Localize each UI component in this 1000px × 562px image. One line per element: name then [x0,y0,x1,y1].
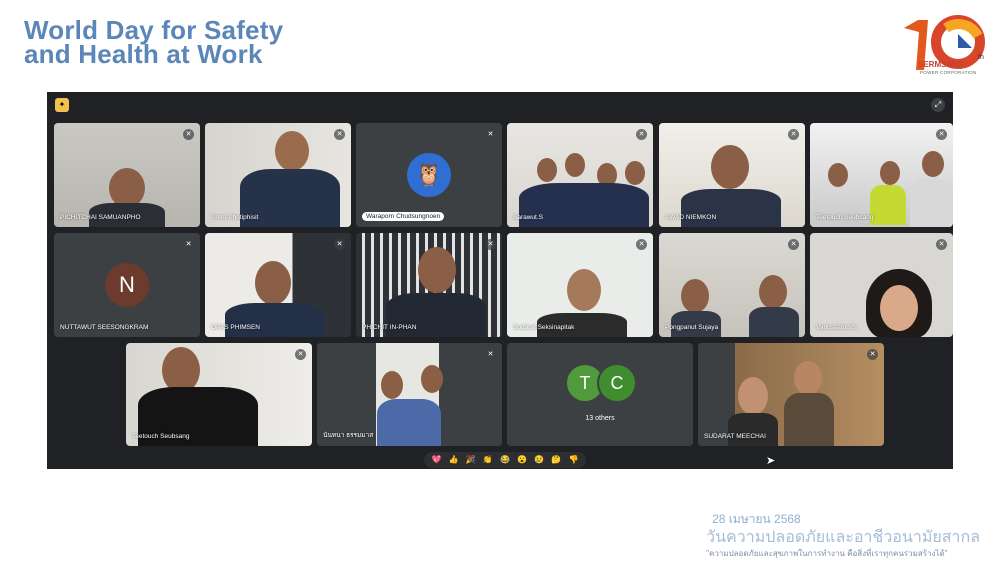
mic-muted-icon: ✕ [295,349,306,360]
mic-muted-icon: ✕ [334,239,345,250]
mic-muted-icon: ✕ [936,239,947,250]
participant-name: นันทนา ธรรมมาส [323,432,374,439]
logo-suffix: th [978,54,984,61]
participant-tile[interactable]: 🦉 ✕ Waraporn Chudsungnoen [356,123,502,227]
participant-name: Teetouch Seubsang [816,214,874,221]
participant-tile[interactable]: ✕ Sudarat Seksinapitak [507,233,653,337]
event-day-name: วันความปลอดภัยและอาชีวอนามัยสากล [706,529,980,546]
owl-avatar-icon: 🦉 [407,153,451,197]
participant-name: OPAS PHIMSEN [211,324,261,331]
participant-name: Prem Photiphisit [211,214,259,221]
laugh-reaction-icon[interactable]: 😂 [500,455,510,465]
participant-tile[interactable]: ✕ AWAD NIEMKON [659,123,805,227]
participant-name: Vanussaton S. [816,324,858,331]
mic-muted-icon: ✕ [183,129,194,140]
participant-name: Waraporn Chudsungnoen [362,212,445,221]
logo-wordmark: SERMSANG [918,60,965,69]
participant-tile[interactable]: ✕ PICHITCHAI SAMUANPHO [54,123,200,227]
participant-tile[interactable]: N ✕ NUTTAWUT SEESONGKRAM [54,233,200,337]
mic-muted-icon: ✕ [936,129,947,140]
thumbs-down-reaction-icon[interactable]: 👎 [568,455,578,465]
logo-subtext: POWER CORPORATION [920,70,977,75]
participant-name: AWAD NIEMKON [665,214,717,221]
participant-name: Teetouch Seubsang [132,433,190,440]
others-tile[interactable]: T C 13 others [507,343,693,446]
meeting-info-icon[interactable]: ✦ [55,98,69,112]
title-line-2: and Health at Work [24,39,263,69]
thumbs-up-reaction-icon[interactable]: 👍 [449,455,459,465]
participant-name: SUDARAT MEECHAI [704,433,766,440]
participant-tile[interactable]: ✕ Vanussaton S. [810,233,953,337]
sad-reaction-icon[interactable]: 😢 [534,455,544,465]
participant-name: PICHITCHAI SAMUANPHO [60,214,141,221]
event-slogan: "ความปลอดภัยและสุขภาพในการทำงาน คือสิ่งท… [706,549,948,558]
participant-tile[interactable]: ✕ Sarawut.S [507,123,653,227]
participant-tile[interactable]: ✕ PHICHIT IN-PHAN [356,233,502,337]
mic-muted-icon: ✕ [183,239,194,250]
mic-muted-icon: ✕ [636,239,647,250]
mic-muted-icon: ✕ [485,239,496,250]
mic-muted-icon: ✕ [334,129,345,140]
others-count-label: 13 others [585,415,615,422]
surprised-reaction-icon[interactable]: 😮 [517,455,527,465]
mic-muted-icon: ✕ [485,129,496,140]
reaction-bar: 💖 👍 🎉 👏 😂 😮 😢 🤔 👎 [424,452,586,468]
participant-tile[interactable]: ✕ Teetouch Seubsang [126,343,312,446]
mic-muted-icon: ✕ [636,129,647,140]
event-date: 28 เมษายน 2568 [712,512,801,526]
participant-name: Sarawut.S [513,214,543,221]
participant-tile[interactable]: ✕ Prem Photiphisit [205,123,351,227]
mic-muted-icon: ✕ [788,239,799,250]
participant-tile[interactable]: ✕ นันทนา ธรรมมาส [317,343,502,446]
party-reaction-icon[interactable]: 🎉 [466,455,476,465]
thinking-reaction-icon[interactable]: 🤔 [551,455,561,465]
participant-initial-avatar: N [105,263,149,307]
mic-muted-icon: ✕ [788,129,799,140]
participant-tile[interactable]: ✕ SUDARAT MEECHAI [698,343,884,446]
mic-muted-icon: ✕ [485,349,496,360]
participant-name: Sudarat Seksinapitak [513,324,575,331]
participant-initial-avatar: C [597,363,637,403]
participant-tile[interactable]: ✕ Pongpanut Sujaya [659,233,805,337]
participant-name: Pongpanut Sujaya [665,324,719,331]
participant-name: NUTTAWUT SEESONGKRAM [60,324,149,331]
mouse-cursor-icon: ➤ [766,455,776,467]
layout-icon[interactable]: ⤢ [931,98,945,112]
event-title: World Day for Safety and Health at Work [24,17,283,69]
heart-reaction-icon[interactable]: 💖 [432,455,442,465]
participant-tile[interactable]: ✕ Teetouch Seubsang [810,123,953,227]
mic-muted-icon: ✕ [867,349,878,360]
event-footer: 28 เมษายน 2568 วันความปลอดภัยและอาชีวอนา… [706,510,980,560]
clap-reaction-icon[interactable]: 👏 [483,455,493,465]
participant-tile[interactable]: ✕ OPAS PHIMSEN [205,233,351,337]
participant-name: PHICHIT IN-PHAN [362,324,417,331]
